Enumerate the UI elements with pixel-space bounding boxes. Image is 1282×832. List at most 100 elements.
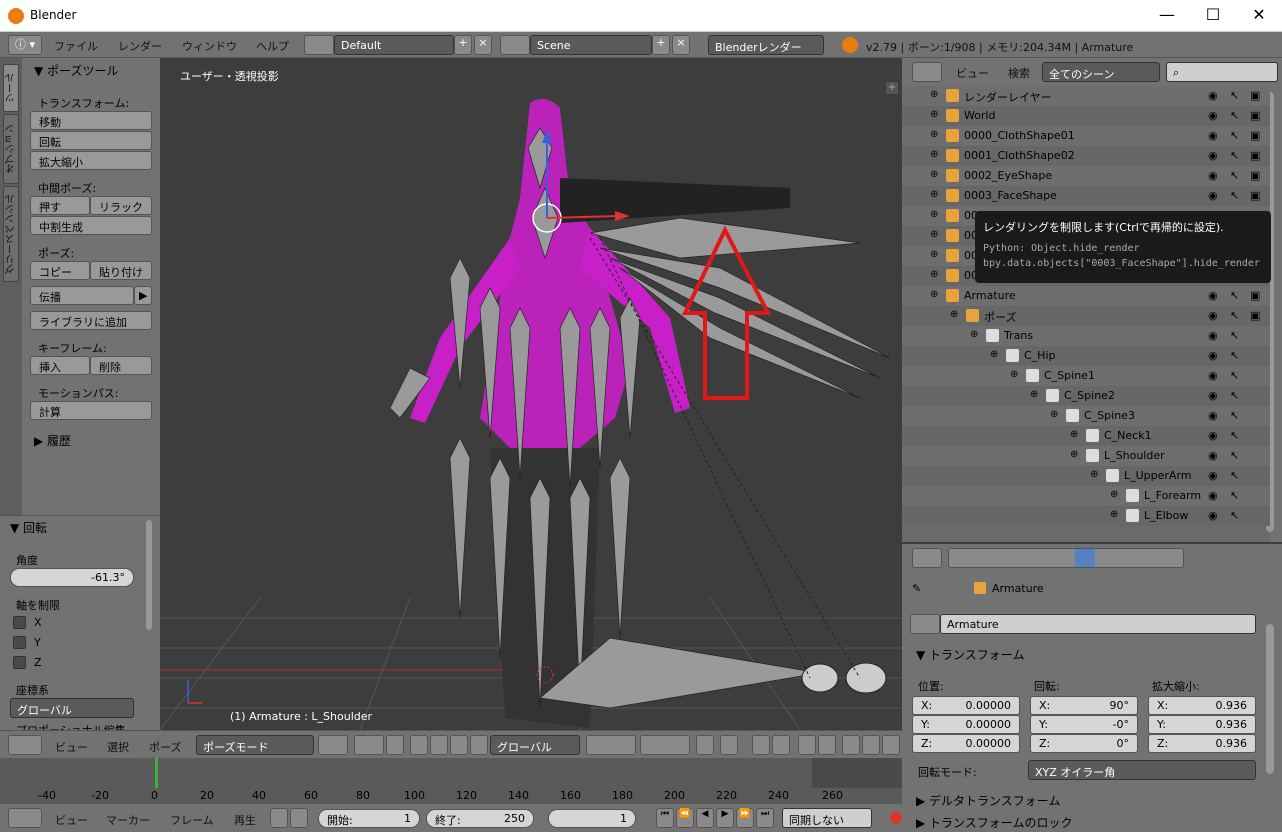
expand-toggle-icon[interactable]: ⊕: [930, 249, 938, 260]
constraint-x-checkbox[interactable]: [13, 616, 26, 629]
jump-next-key-icon[interactable]: ⏩: [736, 808, 754, 828]
current-frame-marker[interactable]: [155, 758, 158, 788]
selectability-cursor-icon[interactable]: ↖: [1230, 389, 1239, 402]
expand-toggle-icon[interactable]: ⊕: [930, 289, 938, 300]
editor-type-info-icon[interactable]: ⓘ ▾: [8, 35, 42, 55]
rotate-button[interactable]: 回転: [30, 131, 152, 150]
pivot-point-icon[interactable]: [354, 735, 384, 755]
visibility-eye-icon[interactable]: ◉: [1208, 389, 1218, 402]
expand-toggle-icon[interactable]: ⊕: [1110, 509, 1118, 520]
copy-pose-button[interactable]: コピー: [30, 261, 90, 280]
rotation-mode-dropdown[interactable]: XYZ オイラー角: [1028, 760, 1256, 780]
close-button[interactable]: ✕: [1236, 0, 1282, 32]
editor-type-timeline-icon[interactable]: [8, 808, 42, 828]
selectability-cursor-icon[interactable]: ↖: [1230, 489, 1239, 502]
orientation-dropdown[interactable]: グローバル: [10, 698, 134, 718]
loc-x-field[interactable]: X: 0.00000: [912, 696, 1020, 715]
render-camera-icon[interactable]: ▣: [1250, 149, 1260, 162]
calculate-button[interactable]: 計算: [30, 401, 152, 420]
outliner-row[interactable]: ⊕ C_Spine1 ◉ ↖: [902, 366, 1270, 386]
manipulator-space-icon[interactable]: [470, 735, 488, 755]
jump-start-icon[interactable]: ⏮: [656, 808, 674, 828]
expand-toggle-icon[interactable]: ⊕: [1050, 409, 1058, 420]
visibility-eye-icon[interactable]: ◉: [1208, 149, 1218, 162]
timeline-view-menu[interactable]: ビュー: [55, 812, 88, 828]
jump-end-icon[interactable]: ⏭: [756, 808, 774, 828]
lock-icon[interactable]: [290, 808, 308, 828]
expand-toggle-icon[interactable]: ⊕: [930, 189, 938, 200]
pose-menu[interactable]: ポーズ: [149, 739, 181, 755]
display-mode-dropdown[interactable]: 全てのシーン: [1042, 62, 1160, 82]
paste-flipped-pose-icon[interactable]: [882, 735, 900, 755]
selectability-cursor-icon[interactable]: ↖: [1230, 369, 1239, 382]
expand-toggle-icon[interactable]: ⊕: [1030, 389, 1038, 400]
outliner-row[interactable]: ⊕ Armature ◉ ↖ ▣: [902, 286, 1270, 306]
proportional-edit-icon[interactable]: [720, 735, 738, 755]
visibility-eye-icon[interactable]: ◉: [1208, 309, 1218, 322]
selectability-cursor-icon[interactable]: ↖: [1230, 409, 1239, 422]
timeline-area[interactable]: -40 -20 0 20 40 60 80 100 120 140 160 18…: [0, 758, 902, 804]
selectability-cursor-icon[interactable]: ↖: [1230, 169, 1239, 182]
tab-options[interactable]: オプション: [3, 114, 19, 184]
3d-viewport[interactable]: ユーザー・透視投影 (1) Armature : L_Shoulder +: [160, 58, 902, 730]
maximize-button[interactable]: ☐: [1190, 0, 1236, 32]
visibility-eye-icon[interactable]: ◉: [1208, 89, 1218, 102]
outliner-row[interactable]: ⊕ 0002_EyeShape ◉ ↖ ▣: [902, 166, 1270, 186]
screen-layout-icon[interactable]: [304, 35, 334, 55]
tab-grease-pencil[interactable]: グリースペンシル: [3, 186, 19, 282]
add-scene-icon[interactable]: +: [652, 35, 670, 55]
loc-z-field[interactable]: Z: 0.00000: [912, 734, 1020, 753]
scl-x-field[interactable]: X: 0.936: [1148, 696, 1256, 715]
selectability-cursor-icon[interactable]: ↖: [1230, 449, 1239, 462]
rot-y-field[interactable]: Y: -0°: [1030, 715, 1138, 734]
visibility-eye-icon[interactable]: ◉: [1208, 509, 1218, 522]
layers-grid-1[interactable]: [586, 735, 636, 755]
menu-window[interactable]: ウィンドウ: [182, 38, 237, 54]
move-button[interactable]: 移動: [30, 111, 152, 130]
remove-layout-icon[interactable]: ×: [474, 35, 492, 55]
render-engine-dropdown[interactable]: Blenderレンダー: [708, 35, 824, 55]
menu-render[interactable]: レンダー: [118, 38, 162, 54]
selectability-cursor-icon[interactable]: ↖: [1230, 109, 1239, 122]
delta-transform-header[interactable]: ▶ デルタトランスフォーム: [916, 792, 1060, 809]
scale-manipulator-icon[interactable]: [450, 735, 468, 755]
region-toggle-icon[interactable]: +: [886, 82, 898, 94]
scale-button[interactable]: 拡大縮小: [30, 151, 152, 170]
outliner-row[interactable]: ⊕ World ◉ ↖ ▣: [902, 106, 1270, 126]
visibility-eye-icon[interactable]: ◉: [1208, 369, 1218, 382]
relax-button[interactable]: リラック: [90, 196, 152, 215]
expand-toggle-icon[interactable]: ⊕: [930, 89, 938, 100]
keying-icon[interactable]: [270, 808, 288, 828]
transform-orientation-dropdown[interactable]: グローバル: [490, 735, 580, 755]
selectability-cursor-icon[interactable]: ↖: [1230, 309, 1239, 322]
layers-grid-2[interactable]: [640, 735, 690, 755]
outliner-row[interactable]: ⊕ レンダーレイヤー ◉ ↖ ▣: [902, 86, 1270, 106]
expand-toggle-icon[interactable]: ⊕: [930, 169, 938, 180]
angle-field[interactable]: -61.3°: [10, 568, 134, 587]
selectability-cursor-icon[interactable]: ↖: [1230, 469, 1239, 482]
selectability-cursor-icon[interactable]: ↖: [1230, 129, 1239, 142]
lock-layers-icon[interactable]: [696, 735, 714, 755]
visibility-eye-icon[interactable]: ◉: [1208, 449, 1218, 462]
expand-toggle-icon[interactable]: ⊕: [1110, 489, 1118, 500]
layout-field[interactable]: Default: [334, 35, 454, 55]
jump-prev-key-icon[interactable]: ⏪: [676, 808, 694, 828]
render-camera-icon[interactable]: ▣: [1250, 189, 1260, 202]
translate-manipulator-icon[interactable]: [410, 735, 428, 755]
expand-toggle-icon[interactable]: ⊕: [930, 129, 938, 140]
outliner-row[interactable]: ⊕ Trans ◉ ↖: [902, 326, 1270, 346]
scene-field[interactable]: Scene: [530, 35, 652, 55]
selectability-cursor-icon[interactable]: ↖: [1230, 289, 1239, 302]
selectability-cursor-icon[interactable]: ↖: [1230, 189, 1239, 202]
object-tab-active[interactable]: [1075, 549, 1095, 567]
redo-scrollbar[interactable]: [146, 520, 152, 630]
tab-tools[interactable]: ツール: [3, 64, 19, 112]
paste-pose-button[interactable]: 貼り付け: [90, 261, 152, 280]
view-menu[interactable]: ビュー: [55, 739, 88, 755]
expand-toggle-icon[interactable]: ⊕: [950, 309, 958, 320]
snap-element-icon[interactable]: [772, 735, 790, 755]
render-image-icon[interactable]: [798, 735, 816, 755]
scene-icon[interactable]: [500, 35, 530, 55]
end-frame-field[interactable]: 終了: 250: [426, 809, 534, 828]
selectability-cursor-icon[interactable]: ↖: [1230, 329, 1239, 342]
